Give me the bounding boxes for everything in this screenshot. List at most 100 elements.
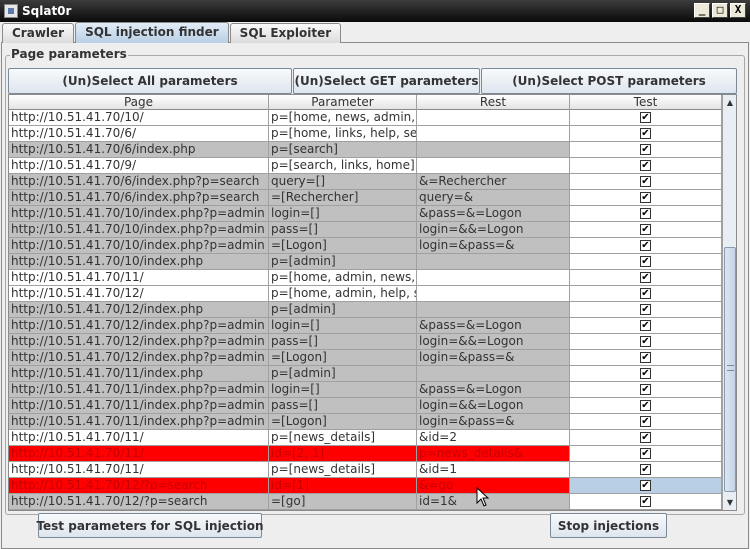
rest-cell[interactable]: login=&&=Logon [417,334,570,350]
page-cell[interactable]: http://10.51.41.70/12/ [9,286,269,302]
test-checkbox[interactable]: ✔ [640,448,651,459]
tab-sql-exploiter[interactable]: SQL Exploiter [229,23,342,43]
table-row[interactable]: http://10.51.41.70/6/index.php?p=search q… [9,174,722,190]
test-cell[interactable]: ✔ [570,142,722,158]
page-cell[interactable]: http://10.51.41.70/11/index.php [9,366,269,382]
close-button[interactable]: X [730,3,746,18]
test-checkbox[interactable]: ✔ [640,336,651,347]
page-cell[interactable]: http://10.51.41.70/11/ [9,270,269,286]
table-row[interactable]: http://10.51.41.70/11/p=[news_details] &i… [9,462,722,478]
minimize-button[interactable]: _ [694,3,710,18]
test-cell[interactable]: ✔ [570,446,722,462]
test-cell[interactable]: ✔ [570,382,722,398]
test-checkbox[interactable]: ✔ [640,304,651,315]
page-cell[interactable]: http://10.51.41.70/11/ [9,430,269,446]
page-cell[interactable]: http://10.51.41.70/10/index.php?p=admin [9,238,269,254]
test-cell[interactable]: ✔ [570,158,722,174]
parameter-cell[interactable]: p=[home, news, admin, ... [269,110,417,126]
table-row[interactable]: http://10.51.41.70/11/id=[2, 1] p=news_de… [9,446,722,462]
parameter-cell[interactable]: login=[] [269,318,417,334]
column-header-rest[interactable]: Rest [417,95,570,110]
table-row[interactable]: http://10.51.41.70/10/index.php?p=admin p… [9,222,722,238]
test-cell[interactable]: ✔ [570,414,722,430]
column-header-parameter[interactable]: Parameter [269,95,417,110]
parameter-cell[interactable]: pass=[] [269,222,417,238]
page-cell[interactable]: http://10.51.41.70/12/index.php [9,302,269,318]
parameter-cell[interactable]: p=[search, links, home] [269,158,417,174]
test-checkbox[interactable]: ✔ [640,416,651,427]
test-cell[interactable]: ✔ [570,478,722,494]
rest-cell[interactable] [417,254,570,270]
parameter-cell[interactable]: p=[home, admin, news, ... [269,270,417,286]
test-checkbox[interactable]: ✔ [640,464,651,475]
parameter-cell[interactable]: =[Logon] [269,414,417,430]
rest-cell[interactable] [417,158,570,174]
page-cell[interactable]: http://10.51.41.70/9/ [9,158,269,174]
parameter-cell[interactable]: =[Rechercher] [269,190,417,206]
table-row[interactable]: http://10.51.41.70/10/p=[home, news, adm… [9,110,722,126]
rest-cell[interactable] [417,270,570,286]
test-checkbox[interactable]: ✔ [640,400,651,411]
page-cell[interactable]: http://10.51.41.70/11/index.php?p=admin [9,382,269,398]
tab-crawler[interactable]: Crawler [2,23,75,43]
test-cell[interactable]: ✔ [570,286,722,302]
test-checkbox[interactable]: ✔ [640,384,651,395]
maximize-button[interactable]: □ [712,3,728,18]
page-cell[interactable]: http://10.51.41.70/11/ [9,462,269,478]
table-row[interactable]: http://10.51.41.70/11/p=[news_details] &i… [9,430,722,446]
test-checkbox[interactable]: ✔ [640,496,651,507]
test-checkbox[interactable]: ✔ [640,112,651,123]
rest-cell[interactable]: login=&pass=& [417,350,570,366]
page-cell[interactable]: http://10.51.41.70/12/?p=search [9,478,269,494]
page-cell[interactable]: http://10.51.41.70/10/index.php?p=admin [9,206,269,222]
page-cell[interactable]: http://10.51.41.70/11/index.php?p=admin [9,398,269,414]
parameter-cell[interactable]: pass=[] [269,398,417,414]
test-cell[interactable]: ✔ [570,238,722,254]
test-checkbox[interactable]: ✔ [640,176,651,187]
rest-cell[interactable]: &id=1 [417,462,570,478]
rest-cell[interactable] [417,126,570,142]
scrollbar-thumb[interactable] [724,247,736,492]
test-checkbox[interactable]: ✔ [640,272,651,283]
page-cell[interactable]: http://10.51.41.70/11/ [9,446,269,462]
page-cell[interactable]: http://10.51.41.70/10/index.php?p=admin [9,222,269,238]
table-row[interactable]: http://10.51.41.70/11/index.php?p=admin p… [9,398,722,414]
rest-cell[interactable]: id=1& [417,494,570,510]
test-cell[interactable]: ✔ [570,366,722,382]
test-checkbox[interactable]: ✔ [640,144,651,155]
table-row[interactable]: http://10.51.41.70/6/index.php p=[search]… [9,142,722,158]
test-checkbox[interactable]: ✔ [640,480,651,491]
parameter-cell[interactable]: pass=[] [269,334,417,350]
parameter-cell[interactable]: p=[admin] [269,366,417,382]
column-header-test[interactable]: Test [570,95,722,110]
parameter-cell[interactable]: =[Logon] [269,238,417,254]
vertical-scrollbar[interactable]: ▲ ▼ [722,95,736,510]
table-row[interactable]: http://10.51.41.70/12/p=[home, admin, he… [9,286,722,302]
parameter-cell[interactable]: id=[2, 1] [269,446,417,462]
test-checkbox[interactable]: ✔ [640,224,651,235]
test-cell[interactable]: ✔ [570,110,722,126]
rest-cell[interactable]: &pass=&=Logon [417,206,570,222]
parameter-cell[interactable]: p=[admin] [269,254,417,270]
table-row[interactable]: http://10.51.41.70/9/p=[search, links, h… [9,158,722,174]
test-checkbox[interactable]: ✔ [640,240,651,251]
test-cell[interactable]: ✔ [570,190,722,206]
test-checkbox[interactable]: ✔ [640,208,651,219]
parameter-cell[interactable]: =[go] [269,494,417,510]
rest-cell[interactable]: login=&pass=& [417,238,570,254]
table-row[interactable]: http://10.51.41.70/6/p=[home, links, hel… [9,126,722,142]
rest-cell[interactable]: &pass=&=Logon [417,382,570,398]
test-checkbox[interactable]: ✔ [640,352,651,363]
page-cell[interactable]: http://10.51.41.70/12/?p=search [9,494,269,510]
page-cell[interactable]: http://10.51.41.70/6/index.php [9,142,269,158]
select-get-parameters-button[interactable]: (Un)Select GET parameters [293,68,480,94]
table-row[interactable]: http://10.51.41.70/11/index.php p=[admin]… [9,366,722,382]
stop-injections-button[interactable]: Stop injections [550,513,667,538]
rest-cell[interactable]: &=go [417,478,570,494]
table-row[interactable]: http://10.51.41.70/10/index.php?p=admin =… [9,238,722,254]
test-cell[interactable]: ✔ [570,302,722,318]
test-cell[interactable]: ✔ [570,350,722,366]
table-row[interactable]: http://10.51.41.70/11/index.php?p=admin =… [9,414,722,430]
test-cell[interactable]: ✔ [570,430,722,446]
parameter-cell[interactable]: id=[1] [269,478,417,494]
